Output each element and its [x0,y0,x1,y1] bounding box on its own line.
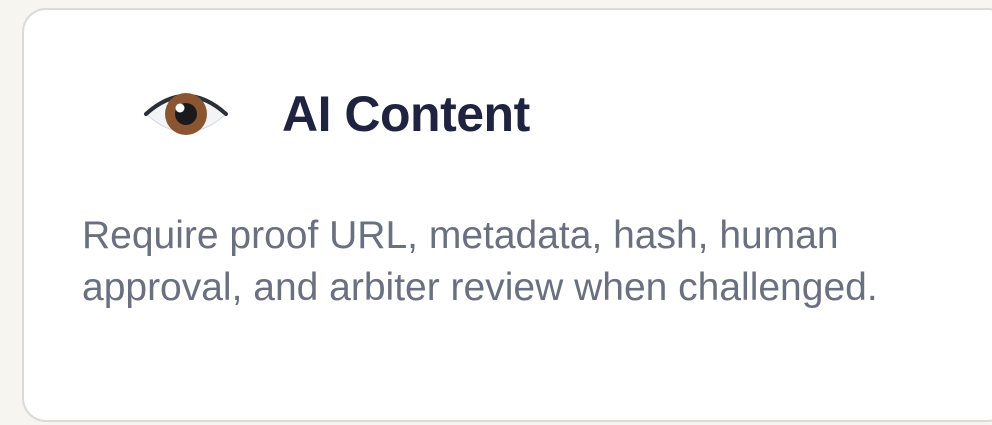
card-description: Require proof URL, metadata, hash, human… [82,214,878,309]
card-title: AI Content [282,86,530,142]
eye-icon [142,84,230,144]
card-header: AI Content [142,84,530,144]
ai-content-card: AI Content Require proof URL, metadata, … [22,8,992,422]
